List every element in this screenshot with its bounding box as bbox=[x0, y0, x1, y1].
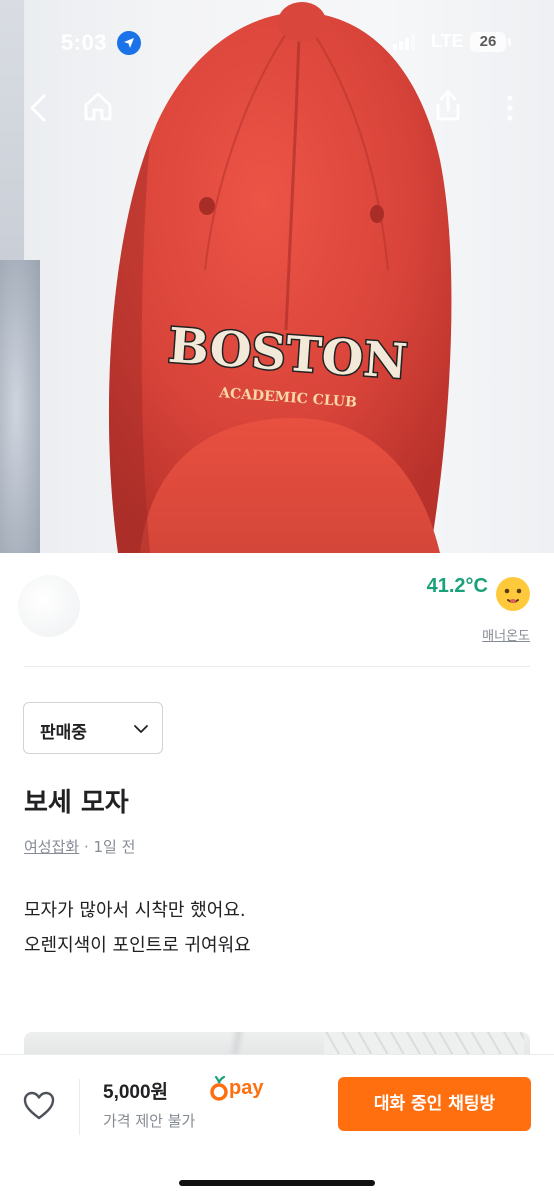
red-cap-image: BOSTON ACADEMIC CLUB bbox=[108, 2, 452, 553]
chat-room-button[interactable]: 대화 중인 채팅방 bbox=[338, 1077, 531, 1131]
listing-posted-time: 1일 전 bbox=[93, 838, 136, 856]
price-offer-note: 가격 제안 불가 bbox=[103, 1112, 196, 1130]
bottom-action-bar: 5,000원 pay 가격 제안 불가 대화 중인 채팅방 bbox=[0, 1054, 554, 1201]
sale-status-value: 판매중 bbox=[40, 723, 87, 743]
pay-label: pay bbox=[229, 1077, 264, 1099]
sale-status-dropdown[interactable]: 판매중 bbox=[23, 702, 163, 754]
status-time: 5:03 bbox=[61, 30, 108, 55]
signal-icon bbox=[393, 34, 415, 50]
seller-avatar[interactable] bbox=[18, 575, 80, 637]
section-divider bbox=[24, 666, 530, 667]
map-road bbox=[174, 1032, 314, 1054]
heart-icon[interactable] bbox=[22, 1089, 56, 1123]
meta-separator: · bbox=[79, 838, 94, 856]
listing-category-link[interactable]: 여성잡화 bbox=[24, 838, 79, 856]
listing-description: 모자가 많아서 시착만 했어요. 오렌지색이 포인트로 귀여워요 bbox=[24, 893, 524, 963]
vertical-divider bbox=[79, 1079, 80, 1135]
location-map-preview[interactable] bbox=[24, 1032, 530, 1054]
battery-icon: 26 bbox=[470, 32, 506, 52]
manner-temperature: 41.2°C bbox=[426, 575, 488, 597]
share-icon[interactable] bbox=[430, 88, 466, 124]
seller-profile[interactable]: 41.2°C 매너온도 bbox=[0, 553, 554, 668]
battery-level: 26 bbox=[479, 33, 497, 50]
home-icon[interactable] bbox=[80, 88, 116, 124]
listing-price: 5,000원 bbox=[103, 1082, 169, 1103]
status-bar: 5:03 LTE 26 bbox=[0, 22, 554, 62]
network-type: LTE bbox=[431, 31, 464, 51]
battery-nub bbox=[508, 38, 511, 46]
carrot-pay-icon bbox=[210, 1075, 228, 1101]
chevron-down-icon bbox=[134, 725, 148, 733]
listing-title: 보세 모자 bbox=[24, 788, 129, 818]
location-arrow-icon bbox=[117, 31, 141, 55]
home-indicator bbox=[179, 1180, 375, 1186]
chevron-left-icon[interactable] bbox=[22, 90, 58, 126]
more-vertical-icon[interactable] bbox=[492, 90, 528, 126]
description-line: 모자가 많아서 시착만 했어요. bbox=[24, 900, 246, 921]
product-photo[interactable]: BOSTON ACADEMIC CLUB bbox=[0, 0, 554, 553]
listing-meta: 여성잡화 · 1일 전 bbox=[24, 836, 135, 857]
manner-face-icon bbox=[496, 577, 530, 611]
manner-temperature-label[interactable]: 매너온도 bbox=[440, 625, 530, 644]
description-line: 오렌지색이 포인트로 귀여워요 bbox=[24, 935, 251, 956]
map-blocks bbox=[324, 1032, 524, 1054]
